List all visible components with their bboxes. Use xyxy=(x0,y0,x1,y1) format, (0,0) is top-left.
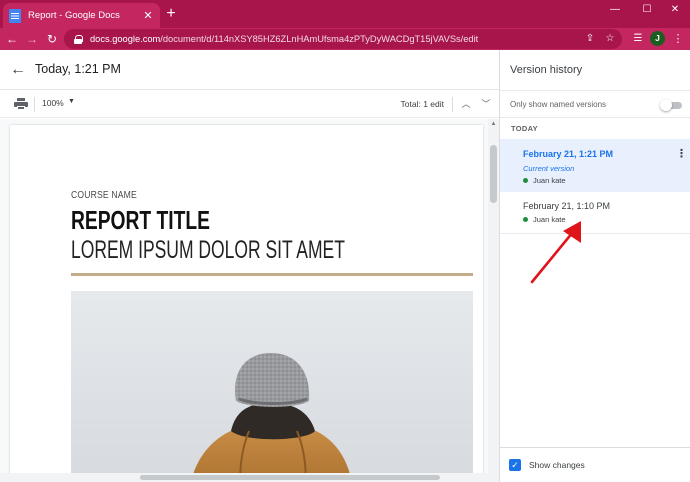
browser-toolbar: ← → ↻ docs.google.com/document/d/114nXSY… xyxy=(0,28,690,50)
profile-avatar[interactable]: J xyxy=(650,31,665,46)
current-version-label: Current version xyxy=(523,164,575,173)
reading-list-icon[interactable]: ☰ xyxy=(630,31,646,47)
reload-button[interactable]: ↻ xyxy=(43,30,61,48)
user-color-dot xyxy=(523,178,528,183)
show-changes-label[interactable]: Show changes xyxy=(529,460,585,470)
next-edit-icon[interactable]: ﹀ xyxy=(479,97,493,111)
named-versions-label: Only show named versions xyxy=(510,100,607,109)
version-title: Today, 1:21 PM xyxy=(35,62,121,76)
browser-tab-docs[interactable]: Report - Google Docs ✕ xyxy=(3,3,160,28)
print-icon[interactable] xyxy=(14,98,28,110)
print-icon-paper xyxy=(17,106,25,110)
minimize-window-button[interactable]: — xyxy=(600,0,630,20)
annotation-arrow-icon xyxy=(530,221,581,284)
show-changes-checkbox[interactable]: ✓ xyxy=(509,459,521,471)
cover-photo xyxy=(71,291,473,482)
maximize-window-button[interactable]: ☐ xyxy=(632,0,662,20)
url-path: /document/d/114nXSY85HZ6ZLnHAmUfsma4zPTy… xyxy=(160,34,479,44)
forward-button[interactable]: → xyxy=(23,30,41,48)
total-edits-label: Total: 1 edit xyxy=(400,99,444,109)
horizontal-scroll-thumb[interactable] xyxy=(140,475,440,480)
named-versions-toggle[interactable] xyxy=(660,99,682,111)
horizontal-scrollbar[interactable] xyxy=(0,473,488,482)
version-header: ← Today, 1:21 PM xyxy=(0,50,499,90)
back-arrow-icon[interactable]: ← xyxy=(8,60,28,80)
vertical-scrollbar[interactable]: ▲ xyxy=(488,119,499,482)
show-changes-row: ✓ Show changes xyxy=(500,447,690,482)
zoom-select[interactable]: 100% xyxy=(42,98,64,108)
report-title: REPORT TITLE xyxy=(71,205,210,235)
toolbar-divider xyxy=(452,97,453,112)
zoom-caret-icon[interactable]: ▼ xyxy=(68,98,75,105)
doc-toolbar: 100% ▼ Total: 1 edit ︿ ﹀ xyxy=(0,91,499,118)
tab-title: Report - Google Docs xyxy=(28,10,120,21)
google-docs-icon xyxy=(9,8,21,23)
section-header-today: TODAY xyxy=(511,124,538,133)
scroll-thumb[interactable] xyxy=(490,145,497,203)
browser-menu-icon[interactable]: ⋮ xyxy=(672,30,684,48)
browser-tabstrip: Report - Google Docs ✕ + — ☐ ✕ xyxy=(0,0,690,28)
title-rule xyxy=(71,273,473,276)
course-name: COURSE NAME xyxy=(71,189,137,201)
document-page: COURSE NAME REPORT TITLE LOREM IPSUM DOL… xyxy=(10,125,483,482)
url-text[interactable]: docs.google.com/document/d/114nXSY85HZ6Z… xyxy=(90,34,622,44)
back-button[interactable]: ← xyxy=(3,30,21,48)
tab-close-icon[interactable]: ✕ xyxy=(142,9,154,22)
author-name: Juan kate xyxy=(533,176,566,185)
close-window-button[interactable]: ✕ xyxy=(660,0,690,20)
previous-edit-icon[interactable]: ︿ xyxy=(459,97,473,111)
report-subtitle: LOREM IPSUM DOLOR SIT AMET xyxy=(71,236,345,264)
document-canvas[interactable]: COURSE NAME REPORT TITLE LOREM IPSUM DOL… xyxy=(0,119,499,482)
toggle-knob xyxy=(660,99,672,111)
scroll-up-icon[interactable]: ▲ xyxy=(488,119,499,129)
person-photo-illustration xyxy=(190,353,352,482)
address-bar[interactable]: docs.google.com/document/d/114nXSY85HZ6Z… xyxy=(64,29,622,49)
version-history-title: Version history xyxy=(510,64,583,76)
version-date: February 21, 1:10 PM xyxy=(523,201,611,211)
version-author: Juan kate xyxy=(523,176,566,185)
url-domain: docs.google.com xyxy=(90,34,161,44)
version-date: February 21, 1:21 PM xyxy=(523,149,614,159)
toolbar-divider xyxy=(34,97,35,112)
share-icon[interactable]: ⇪ xyxy=(582,29,598,49)
named-versions-row: Only show named versions xyxy=(500,90,690,118)
lock-icon[interactable] xyxy=(74,34,83,44)
version-item-current[interactable]: February 21, 1:21 PM Current version Jua… xyxy=(500,139,690,192)
more-actions-icon[interactable]: ⋮ xyxy=(676,147,687,161)
bookmark-star-icon[interactable]: ☆ xyxy=(602,29,618,49)
new-tab-button[interactable]: + xyxy=(162,5,180,23)
print-icon-top xyxy=(17,98,25,101)
